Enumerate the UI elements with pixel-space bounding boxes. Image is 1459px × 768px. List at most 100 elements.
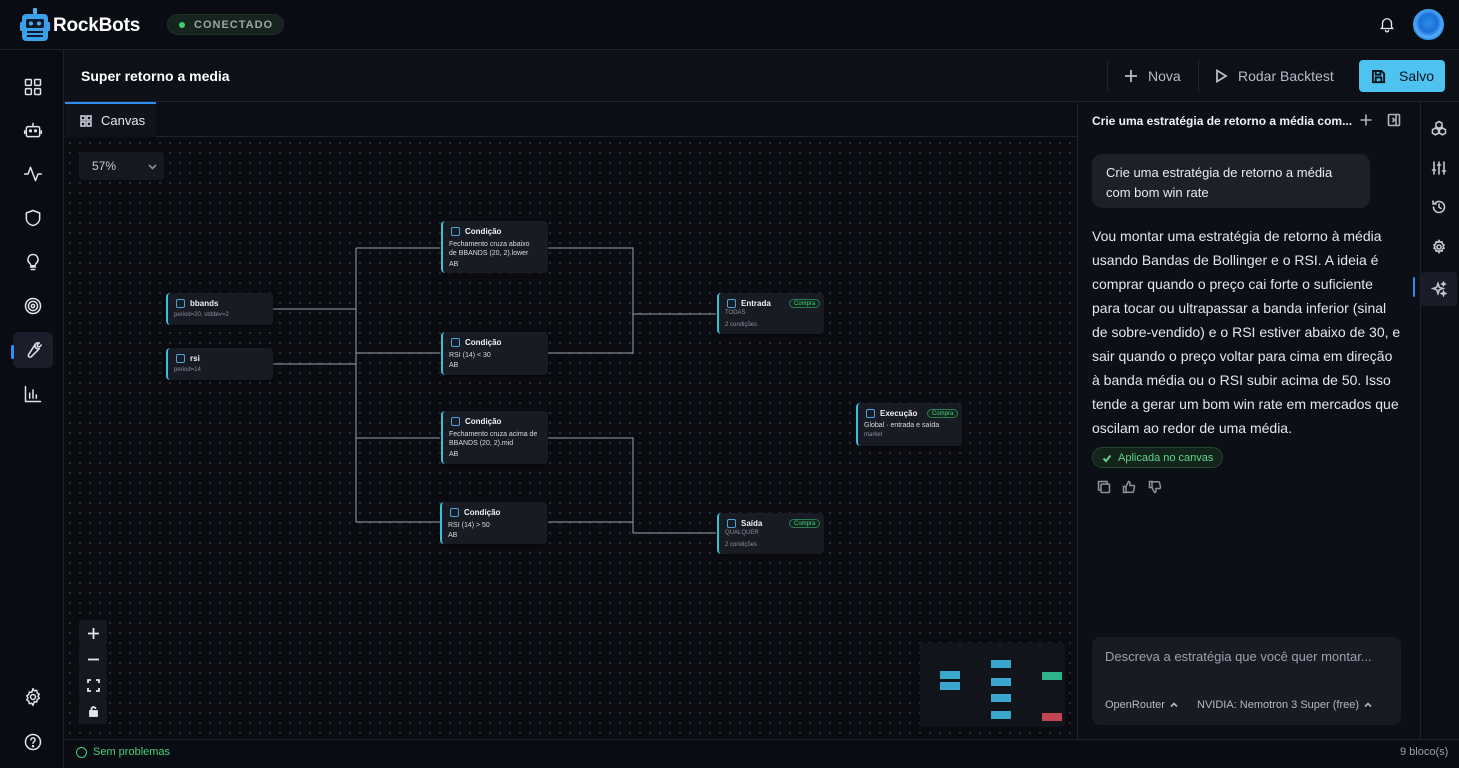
indicator-node-bbands[interactable]: bbands period=20, stddev=2	[166, 293, 273, 325]
user-message: Crie uma estratégia de retorno a média c…	[1092, 154, 1370, 208]
thumbs-down-button[interactable]	[1148, 480, 1164, 496]
zoom-out-button[interactable]	[79, 646, 107, 672]
condition-tag: AB	[449, 362, 459, 369]
exit-icon	[727, 519, 736, 528]
condition-node[interactable]: Condição Fechamento cruza abaixo de BBAN…	[441, 221, 548, 273]
run-backtest-button[interactable]: Rodar Backtest	[1202, 60, 1346, 92]
node-title: Saída	[741, 519, 763, 528]
save-button-label: Salvo	[1399, 68, 1435, 84]
provider-select[interactable]: OpenRouter	[1105, 699, 1178, 711]
status-bar	[64, 739, 1459, 768]
plus-icon	[87, 627, 99, 639]
rail-settings-button[interactable]	[1428, 236, 1450, 258]
indicator-node-rsi[interactable]: rsi period=14	[166, 348, 273, 380]
notification-bell-icon[interactable]	[1378, 15, 1396, 33]
save-icon	[1371, 69, 1386, 83]
thumbs-down-icon	[1148, 480, 1162, 494]
collapse-panel-icon	[1387, 113, 1401, 127]
condition-text: de BBANDS (20, 2).lower	[449, 250, 529, 257]
entry-node[interactable]: Entrada Compra TODAS 2 condições	[717, 293, 824, 334]
condition-count: 2 condições	[725, 322, 758, 328]
condition-text: Fechamento cruza acima de	[449, 431, 538, 438]
condition-node[interactable]: Condição RSI (14) < 30 AB	[441, 332, 548, 375]
history-icon	[1432, 200, 1446, 214]
rail-ai-assistant-button[interactable]	[1421, 272, 1457, 306]
assistant-message: Vou montar uma estratégia de retorno à m…	[1092, 228, 1401, 436]
node-title: Condição	[465, 417, 502, 426]
condition-count: 2 condições	[725, 542, 758, 548]
condition-icon	[451, 417, 460, 426]
thumbs-up-icon	[1122, 480, 1136, 494]
thumbs-up-button[interactable]	[1122, 480, 1138, 496]
collapse-panel-button[interactable]	[1387, 113, 1401, 127]
node-title: bbands	[190, 299, 219, 308]
rail-parameters-button[interactable]	[1428, 157, 1450, 179]
execution-scope: Global · entrada e saída	[864, 422, 940, 429]
edge-conditions-entrada	[548, 247, 716, 354]
unlock-icon	[88, 705, 98, 717]
check-icon	[1102, 454, 1112, 462]
zoom-select[interactable]: 57%	[79, 152, 164, 180]
applied-label: Aplicada no canvas	[1118, 451, 1214, 464]
fit-view-button[interactable]	[79, 672, 107, 698]
minimap-node	[940, 671, 960, 679]
condition-node[interactable]: Condição Fechamento cruza acima de BBAND…	[441, 411, 548, 464]
rail-blocks-button[interactable]	[1428, 117, 1450, 139]
node-title: Execução	[880, 409, 918, 418]
execution-node[interactable]: Execução Compra Global · entrada e saída…	[856, 403, 962, 446]
condition-text: RSI (14) > 50	[448, 522, 490, 529]
condition-text: Fechamento cruza abaixo	[449, 241, 530, 248]
plus-icon	[1360, 114, 1372, 126]
logic-mode: TODAS	[725, 310, 746, 316]
edge-conditions-saida	[548, 437, 716, 534]
minimap-node	[991, 694, 1011, 702]
zoom-in-button[interactable]	[79, 620, 107, 646]
applied-badge: Aplicada no canvas	[1092, 447, 1224, 468]
plus-icon	[1125, 70, 1137, 82]
minimap-node	[940, 682, 960, 690]
active-rail-indicator	[1413, 277, 1415, 297]
lock-button[interactable]	[79, 698, 107, 724]
node-params: period=14	[174, 367, 201, 373]
logic-mode: QUALQUER	[725, 530, 759, 536]
node-title: Condição	[464, 508, 501, 517]
node-params: period=20, stddev=2	[174, 312, 229, 318]
zoom-level: 57%	[92, 159, 117, 173]
condition-node[interactable]: Condição RSI (14) > 50 AB	[440, 502, 547, 544]
problems-status[interactable]: Sem problemas	[76, 746, 170, 758]
user-avatar[interactable]	[1413, 9, 1444, 40]
run-backtest-label: Rodar Backtest	[1238, 68, 1334, 84]
check-circle-icon	[76, 746, 87, 758]
chat-title: Crie uma estratégia de retorno a média c…	[1092, 114, 1353, 128]
condition-tag: AB	[448, 532, 458, 539]
condition-tag: AB	[449, 261, 459, 268]
condition-text: BBANDS (20, 2).mid	[449, 440, 514, 447]
exit-node[interactable]: Saída Compra QUALQUER 2 condições	[717, 513, 824, 554]
node-title: Condição	[465, 227, 502, 236]
indicator-icon	[176, 354, 185, 363]
execution-icon	[866, 409, 875, 418]
new-chat-button[interactable]	[1359, 113, 1373, 127]
buy-badge: Compra	[927, 409, 959, 418]
minimap-node	[991, 660, 1011, 668]
node-title: Entrada	[741, 299, 771, 308]
play-icon	[1216, 69, 1228, 83]
block-count: 9 bloco(s)	[1400, 746, 1449, 758]
condition-text: RSI (14) < 30	[449, 352, 491, 359]
condition-icon	[450, 508, 459, 517]
canvas-minimap[interactable]	[920, 643, 1065, 727]
model-select[interactable]: NVIDIA: Nemotron 3 Super (free)	[1197, 699, 1372, 711]
save-button[interactable]: Salvo	[1359, 60, 1445, 92]
node-title: rsi	[190, 354, 200, 363]
chat-input-placeholder[interactable]: Descreva a estratégia que você quer mont…	[1105, 649, 1372, 664]
model-label: NVIDIA: Nemotron 3 Super (free)	[1197, 699, 1360, 711]
new-button-label: Nova	[1148, 68, 1181, 84]
new-button[interactable]: Nova	[1112, 60, 1193, 92]
minimap-node	[991, 711, 1011, 719]
indicator-icon	[176, 299, 185, 308]
buy-badge: Compra	[789, 299, 821, 308]
minus-icon	[87, 658, 99, 660]
rail-history-button[interactable]	[1428, 196, 1450, 218]
copy-button[interactable]	[1097, 480, 1113, 496]
fit-view-icon	[86, 678, 100, 692]
